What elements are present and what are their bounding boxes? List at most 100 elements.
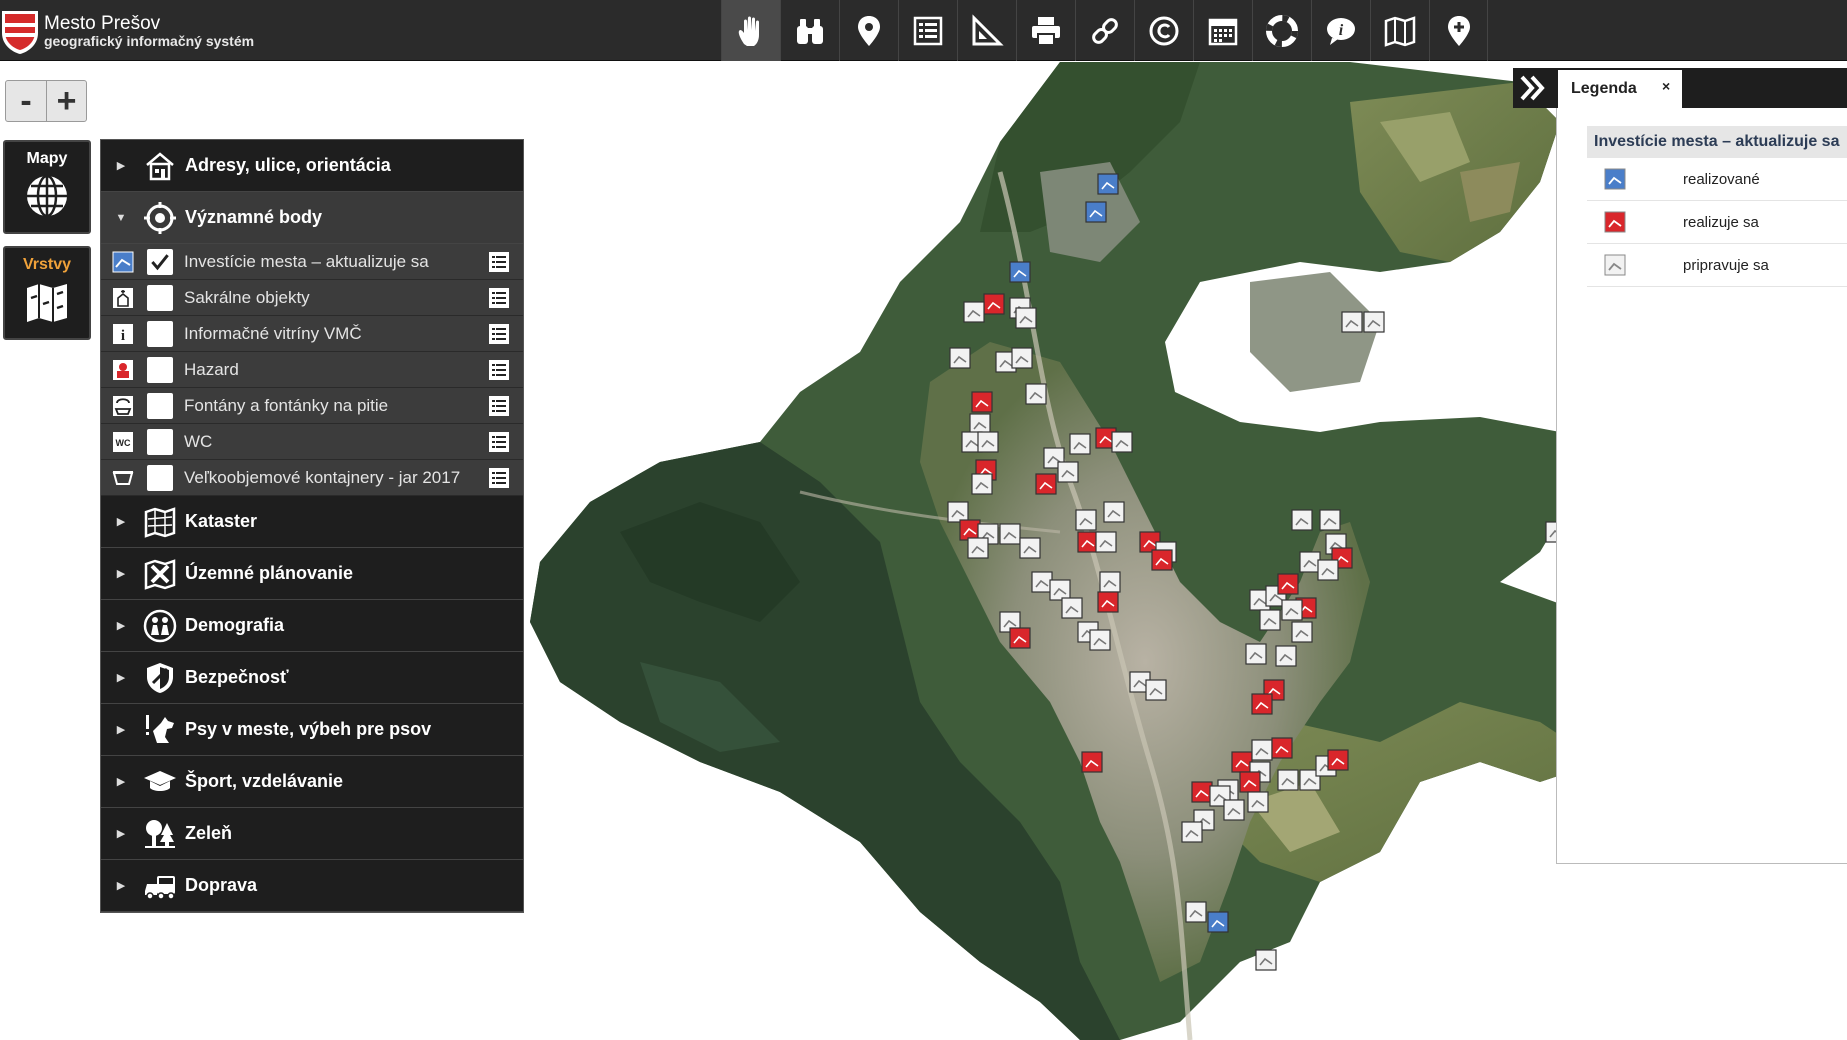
zoom-in-button[interactable]: + [46, 81, 86, 121]
investment-marker[interactable] [969, 413, 991, 435]
attribute-table-icon[interactable] [488, 395, 510, 417]
layer-group[interactable]: ▶ Psy v meste, výbeh pre psov [101, 704, 523, 756]
investment-marker[interactable] [1247, 791, 1269, 813]
investment-marker[interactable] [959, 519, 981, 541]
investment-marker[interactable] [999, 523, 1021, 545]
caret-right-icon[interactable]: ▶ [101, 775, 141, 788]
layer-item[interactable]: WC WC [101, 424, 523, 460]
map-compare-tool-button[interactable] [1370, 0, 1429, 61]
investment-marker[interactable] [977, 431, 999, 453]
investment-marker[interactable] [1103, 501, 1125, 523]
caret-down-icon[interactable]: ▼ [101, 212, 141, 224]
search-tool-button[interactable] [780, 0, 839, 61]
layer-group[interactable]: ▶ Šport, vzdelávanie [101, 756, 523, 808]
investment-marker[interactable] [1291, 509, 1313, 531]
investment-marker[interactable] [1275, 645, 1297, 667]
layer-group[interactable]: ▶ Adresy, ulice, orientácia [101, 140, 523, 192]
investment-marker[interactable] [1245, 643, 1267, 665]
investment-marker[interactable] [947, 501, 969, 523]
caret-right-icon[interactable]: ▶ [101, 619, 141, 632]
investment-marker[interactable] [1223, 799, 1245, 821]
investment-marker[interactable] [1317, 559, 1339, 581]
caret-right-icon[interactable]: ▶ [101, 671, 141, 684]
investment-marker[interactable] [1185, 901, 1207, 923]
attribute-table-icon[interactable] [488, 251, 510, 273]
investment-marker[interactable] [1085, 201, 1107, 223]
help-tool-button[interactable] [1252, 0, 1311, 61]
attribute-table-icon[interactable] [488, 359, 510, 381]
attribute-table-icon[interactable] [488, 431, 510, 453]
info-tool-button[interactable]: i [1311, 0, 1370, 61]
investment-marker[interactable] [1291, 621, 1313, 643]
investment-marker[interactable] [1341, 311, 1363, 333]
investment-marker[interactable] [1081, 751, 1103, 773]
caret-right-icon[interactable]: ▶ [101, 827, 141, 840]
add-point-tool-button[interactable] [1429, 0, 1488, 61]
investment-marker[interactable] [971, 473, 993, 495]
investment-marker[interactable] [1319, 509, 1341, 531]
print-tool-button[interactable] [1016, 0, 1075, 61]
investment-marker[interactable] [967, 537, 989, 559]
investment-marker[interactable] [1069, 433, 1091, 455]
maps-button[interactable]: Mapy [3, 140, 91, 234]
calendar-tool-button[interactable] [1193, 0, 1252, 61]
investment-marker[interactable] [1025, 383, 1047, 405]
investment-marker[interactable] [1239, 771, 1261, 793]
layer-item[interactable]: Investície mesta – aktualizuje sa [101, 244, 523, 280]
investment-marker[interactable] [1151, 549, 1173, 571]
brand[interactable]: Mesto Prešov geografický informačný syst… [0, 0, 254, 61]
investment-marker[interactable] [1181, 821, 1203, 843]
investment-marker[interactable] [1057, 461, 1079, 483]
layer-item[interactable]: Sakrálne objekty [101, 280, 523, 316]
layer-group[interactable]: ▶ Doprava [101, 860, 523, 912]
investment-marker[interactable] [1277, 769, 1299, 791]
layer-item[interactable]: Hazard [101, 352, 523, 388]
investment-marker[interactable] [1095, 531, 1117, 553]
legend-close-button[interactable]: × [1662, 78, 1670, 94]
investment-marker[interactable] [1019, 537, 1041, 559]
investment-marker[interactable] [1259, 609, 1281, 631]
investment-marker[interactable] [983, 293, 1005, 315]
investment-marker[interactable] [1009, 627, 1031, 649]
investment-marker[interactable] [1255, 949, 1277, 971]
layer-checkbox[interactable] [147, 392, 173, 419]
investment-marker[interactable] [1271, 737, 1293, 759]
layer-checkbox[interactable] [147, 356, 173, 383]
investment-marker[interactable] [1327, 749, 1349, 771]
investment-marker[interactable] [1099, 571, 1121, 593]
investment-marker[interactable] [1299, 551, 1321, 573]
layer-group[interactable]: ▶ Zeleň [101, 808, 523, 860]
measure-tool-button[interactable] [957, 0, 1016, 61]
investment-marker[interactable] [971, 391, 993, 413]
copyright-tool-button[interactable] [1134, 0, 1193, 61]
layer-checkbox[interactable] [147, 284, 173, 311]
investment-marker[interactable] [1145, 679, 1167, 701]
caret-right-icon[interactable]: ▶ [101, 879, 141, 892]
layer-group[interactable]: ▶ Územné plánovanie [101, 548, 523, 600]
layer-checkbox[interactable] [147, 320, 173, 347]
investment-marker[interactable] [1035, 473, 1057, 495]
investment-marker[interactable] [1015, 307, 1037, 329]
investment-marker[interactable] [1363, 311, 1385, 333]
investment-marker[interactable] [1251, 693, 1273, 715]
investment-marker[interactable] [1111, 431, 1133, 453]
layer-checkbox[interactable] [147, 248, 173, 275]
investment-marker[interactable] [1277, 573, 1299, 595]
caret-right-icon[interactable]: ▶ [101, 515, 141, 528]
investment-marker[interactable] [1031, 571, 1053, 593]
investment-marker[interactable] [1231, 751, 1253, 773]
layer-item[interactable]: i Informačné vitríny VMČ [101, 316, 523, 352]
investment-marker[interactable] [1097, 173, 1119, 195]
layer-group[interactable]: ▶ Demografia [101, 600, 523, 652]
caret-right-icon[interactable]: ▶ [101, 723, 141, 736]
investment-marker[interactable] [1089, 629, 1111, 651]
investment-marker[interactable] [949, 347, 971, 369]
investment-marker[interactable] [1009, 261, 1031, 283]
investment-marker[interactable] [1191, 781, 1213, 803]
zoom-out-button[interactable]: - [6, 81, 46, 121]
layer-item[interactable]: Fontány a fontánky na pitie [101, 388, 523, 424]
locate-tool-button[interactable] [839, 0, 898, 61]
layers-button[interactable]: Vrstvy [3, 246, 91, 340]
investment-marker[interactable] [1077, 531, 1099, 553]
caret-right-icon[interactable]: ▶ [101, 567, 141, 580]
